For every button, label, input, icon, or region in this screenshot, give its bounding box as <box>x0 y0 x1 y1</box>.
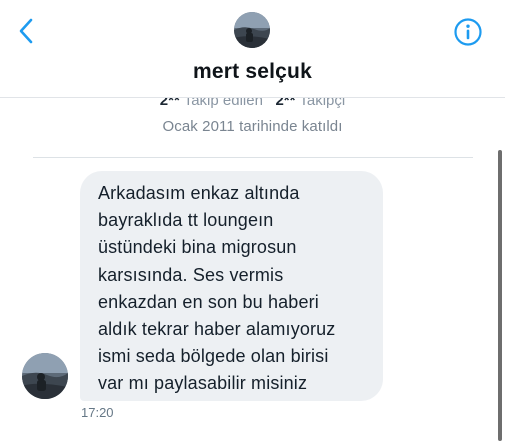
chevron-left-icon <box>19 18 33 44</box>
info-circle-icon <box>454 18 482 46</box>
message-line: aldık tekrar haber alamıyoruz <box>98 319 336 340</box>
message-line: ismi seda bölgede olan birisi <box>98 346 329 367</box>
avatar-image <box>22 353 68 399</box>
scrollbar[interactable] <box>498 150 502 441</box>
sender-avatar[interactable] <box>22 353 68 399</box>
header-divider <box>0 97 505 98</box>
message-bubble[interactable]: Arkadasım enkaz altında bayraklıda tt lo… <box>80 171 383 401</box>
joined-date: Ocak 2011 tarihinde katıldı <box>162 118 343 135</box>
conversation-header: mert selçuk <box>0 0 505 98</box>
message-line: üstündeki bina migrosun <box>98 237 297 258</box>
message-line: bayraklıda tt loungeın <box>98 210 274 231</box>
back-button[interactable] <box>14 16 40 46</box>
contact-name[interactable]: mert selçuk <box>0 60 505 84</box>
dm-conversation-screen: 2** Takip edilen 2** Takipçi Ocak 2011 t… <box>0 0 505 441</box>
message-line: Arkadasım enkaz altında <box>98 183 300 203</box>
message-line: var mı paylasabilir misiniz <box>98 373 308 394</box>
message-line: karsısında. Ses vermis <box>98 264 284 285</box>
section-divider <box>33 157 473 158</box>
header-avatar[interactable] <box>234 12 270 48</box>
message-line: enkazdan en son bu haberi <box>98 291 319 312</box>
message-timestamp: 17:20 <box>81 405 114 420</box>
info-button[interactable] <box>453 17 483 47</box>
avatar-image <box>234 12 270 48</box>
